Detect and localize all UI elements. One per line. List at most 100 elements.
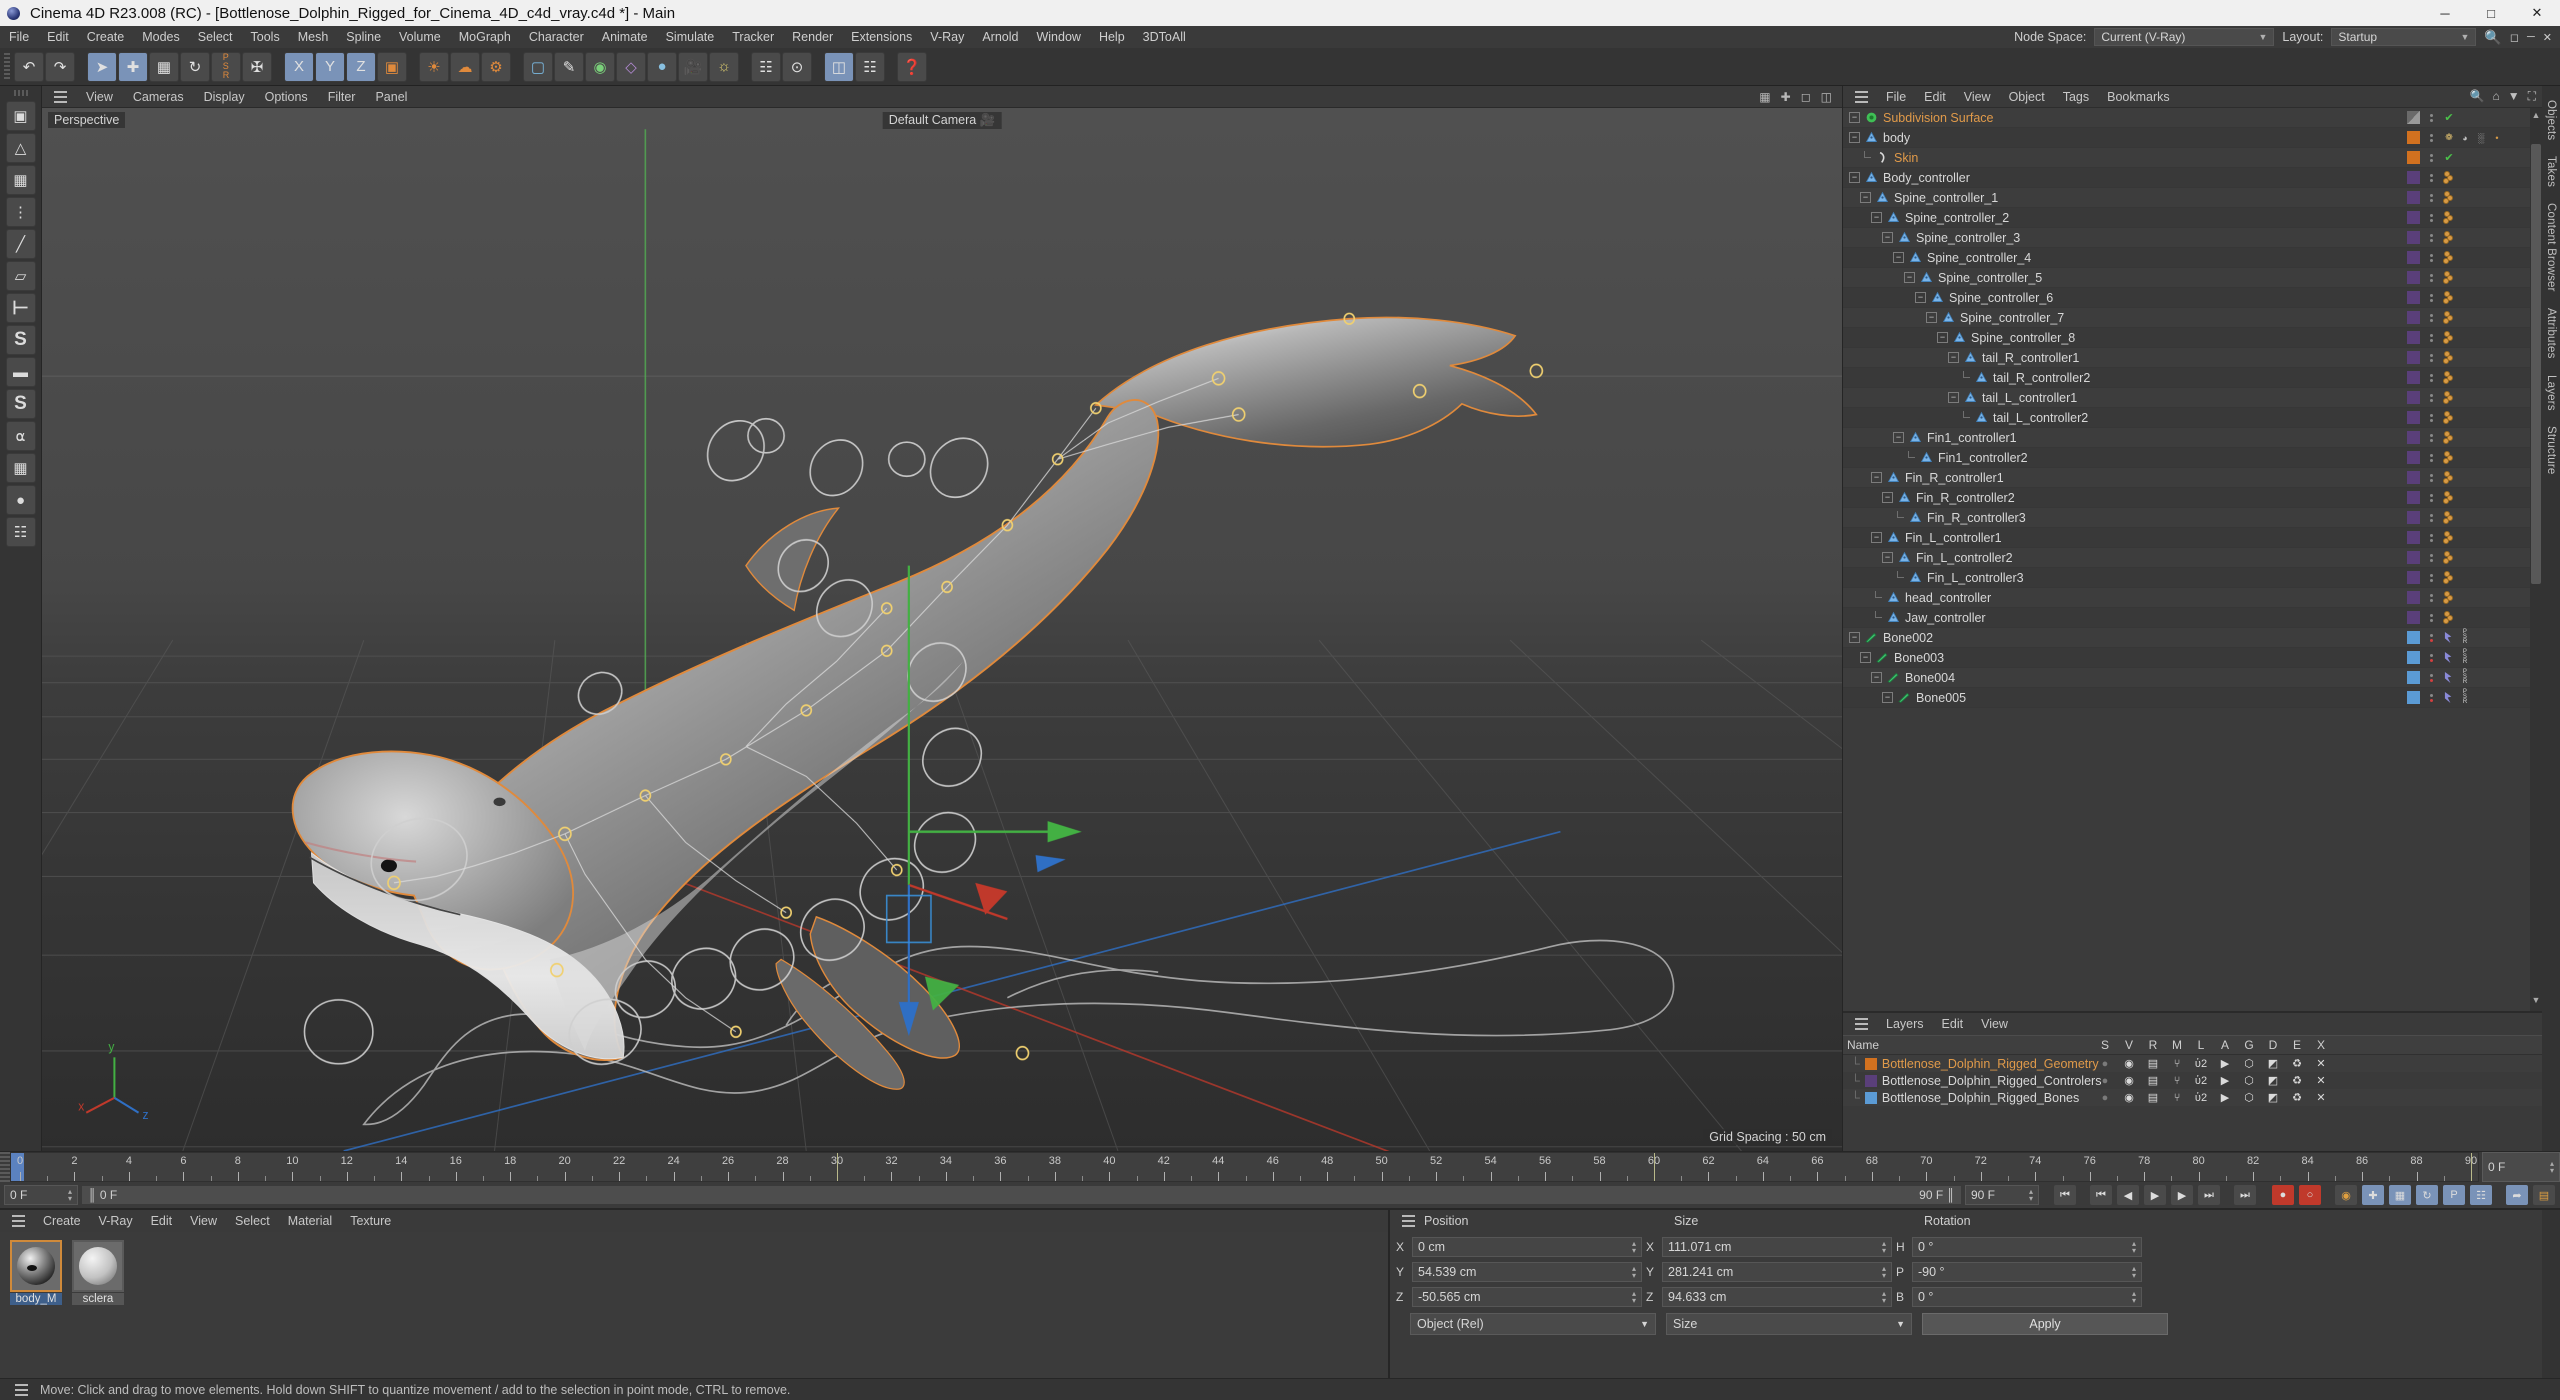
viewport-3d[interactable]: x y z Perspective Default Camera 🎥 Grid … <box>42 108 1842 1151</box>
environment-button[interactable]: ● <box>647 51 677 82</box>
axis-icon[interactable]: ✚ <box>1781 90 1791 104</box>
material-swatch-area[interactable]: body_M sclera <box>0 1232 1388 1378</box>
rotation-key-button[interactable]: ↻ <box>2415 1184 2439 1206</box>
menu-item-v-ray[interactable]: V-Ray <box>921 26 973 48</box>
constraint-tag-icon[interactable] <box>2442 490 2455 505</box>
object-tag-zone[interactable] <box>2442 430 2530 445</box>
expander-collapse-icon[interactable]: − <box>1915 292 1926 303</box>
layer-lock-icon[interactable]: ὑ2 <box>2189 1092 2213 1104</box>
texture-mode-button[interactable]: ▦ <box>5 165 36 195</box>
layer-animation-icon[interactable]: ▶ <box>2213 1074 2237 1087</box>
constraint-tag-icon[interactable] <box>2442 610 2455 625</box>
visibility-dots[interactable] <box>2424 493 2438 502</box>
enable-snap-button[interactable]: S <box>5 325 36 355</box>
move-tool-button[interactable]: ✚ <box>118 51 148 82</box>
object-row[interactable]: − Spine_controller_4 <box>1843 248 2542 268</box>
object-row[interactable]: − Spine_controller_1 <box>1843 188 2542 208</box>
object-row[interactable]: − Fin_R_controller2 <box>1843 488 2542 508</box>
maximize-button[interactable]: □ <box>2468 0 2514 26</box>
layer-solo-icon[interactable]: ● <box>2093 1092 2117 1104</box>
psr-tag-icon[interactable]: PSR <box>2458 649 2472 665</box>
object-tag-zone[interactable]: PSR <box>2442 649 2530 665</box>
constraint-tag-icon[interactable] <box>2442 230 2455 245</box>
mograph-button[interactable]: ☷ <box>751 51 781 82</box>
visibility-dots[interactable] <box>2424 353 2438 362</box>
constraint-tag-icon[interactable] <box>2442 510 2455 525</box>
object-row[interactable]: head_controller <box>1843 588 2542 608</box>
object-row[interactable]: − Fin_L_controller1 <box>1843 528 2542 548</box>
previous-frame-button[interactable]: ◀ <box>2116 1184 2140 1206</box>
visibility-dots[interactable] <box>2424 533 2438 542</box>
object-layer-color-swatch[interactable] <box>2407 311 2420 324</box>
size-x-field[interactable]: 111.071 cm ▴ ▾ <box>1662 1237 1892 1257</box>
visibility-dots[interactable] <box>2424 633 2438 642</box>
object-row[interactable]: Fin_R_controller3 <box>1843 508 2542 528</box>
redo-button[interactable]: ↷ <box>45 51 75 82</box>
ik-tag-icon[interactable] <box>2442 651 2456 665</box>
visibility-dots[interactable] <box>2424 693 2438 702</box>
constraint-tag-icon[interactable] <box>2442 170 2455 185</box>
object-layer-color-swatch[interactable] <box>2407 171 2420 184</box>
ik-tag-icon[interactable] <box>2442 671 2456 685</box>
object-layer-color-swatch[interactable] <box>2407 231 2420 244</box>
constraint-tag-icon[interactable] <box>2442 390 2455 405</box>
layer-xref-icon[interactable]: ✕ <box>2309 1074 2333 1087</box>
uv-tag-icon[interactable]: ░ <box>2474 131 2488 145</box>
layer-generator-icon[interactable]: ⬡ <box>2237 1091 2261 1104</box>
object-manager-scroll-thumb[interactable] <box>2531 144 2541 584</box>
object-row[interactable]: tail_R_controller2 <box>1843 368 2542 388</box>
spinner-icon[interactable]: ▴ ▾ <box>1632 1240 1636 1255</box>
layer-color-swatch[interactable] <box>1864 1057 1877 1070</box>
menu-item-character[interactable]: Character <box>520 26 593 48</box>
material-menu-material[interactable]: Material <box>279 1214 341 1228</box>
scale-tool-button[interactable]: ▦ <box>149 51 179 82</box>
timeline-range-bar[interactable]: ║ 0 F 90 F ║ <box>81 1185 1962 1205</box>
object-row[interactable]: Fin_L_controller3 <box>1843 568 2542 588</box>
world-object-coord-button[interactable]: ▣ <box>377 51 407 82</box>
visibility-dots[interactable] <box>2424 433 2438 442</box>
timeline-grip[interactable] <box>0 1152 10 1182</box>
material-item[interactable]: body_M <box>10 1240 62 1305</box>
visibility-dots[interactable] <box>2424 293 2438 302</box>
object-tag-zone[interactable] <box>2442 590 2530 605</box>
object-layer-color-swatch[interactable] <box>2407 551 2420 564</box>
menu-item-window[interactable]: Window <box>1027 26 1089 48</box>
menu-item-create[interactable]: Create <box>78 26 134 48</box>
object-manager-menu-bookmarks[interactable]: Bookmarks <box>2098 86 2179 108</box>
object-tag-zone[interactable] <box>2442 410 2530 425</box>
visibility-dots[interactable] <box>2424 373 2438 382</box>
field-button[interactable]: ⊙ <box>782 51 812 82</box>
previous-key-button[interactable]: ⏮ <box>2089 1184 2113 1206</box>
layer-visible-icon[interactable]: ◉ <box>2117 1074 2141 1087</box>
viewport-menu-display[interactable]: Display <box>194 86 255 108</box>
menu-item-file[interactable]: File <box>0 26 38 48</box>
spinner-icon[interactable]: ▴ ▾ <box>2029 1188 2033 1203</box>
menu-item-arnold[interactable]: Arnold <box>973 26 1027 48</box>
left-palette-grip[interactable] <box>13 90 28 96</box>
viewport-config-button[interactable]: ☷ <box>855 51 885 82</box>
spinner-icon[interactable]: ▴ ▾ <box>68 1188 72 1203</box>
constraint-tag-icon[interactable] <box>2442 530 2455 545</box>
object-tag-zone[interactable]: ✔ <box>2442 111 2530 125</box>
menu-item-3dtoall[interactable]: 3DToAll <box>1134 26 1195 48</box>
grid-icon[interactable]: ▦ <box>1759 90 1770 104</box>
autokeying-button[interactable]: ○ <box>2298 1184 2322 1206</box>
size-y-field[interactable]: 281.241 cm ▴ ▾ <box>1662 1262 1892 1282</box>
keyframe-selection-button[interactable]: ◉ <box>2334 1184 2358 1206</box>
object-row[interactable]: tail_L_controller2 <box>1843 408 2542 428</box>
world-axis-button[interactable]: ✠ <box>242 51 272 82</box>
material-menu-texture[interactable]: Texture <box>341 1214 400 1228</box>
next-frame-button[interactable]: ▶ <box>2170 1184 2194 1206</box>
expander-collapse-icon[interactable]: − <box>1904 272 1915 283</box>
spinner-icon[interactable]: ▴ ▾ <box>1632 1290 1636 1305</box>
workplane-button[interactable]: ▬ <box>5 357 36 387</box>
material-item[interactable]: sclera <box>72 1240 124 1305</box>
object-tag-zone[interactable] <box>2442 230 2530 245</box>
viewport-menu-view[interactable]: View <box>76 86 123 108</box>
object-tag-zone[interactable]: PSR <box>2442 669 2530 685</box>
rotation-h-field[interactable]: 0 ° ▴ ▾ <box>1912 1237 2142 1257</box>
object-manager-menu-tags[interactable]: Tags <box>2054 86 2098 108</box>
position-z-field[interactable]: -50.565 cm ▴ ▾ <box>1412 1287 1642 1307</box>
go-to-end-button[interactable]: ⏭ <box>2233 1184 2257 1206</box>
animation-layer-button[interactable]: ☷ <box>5 517 36 547</box>
